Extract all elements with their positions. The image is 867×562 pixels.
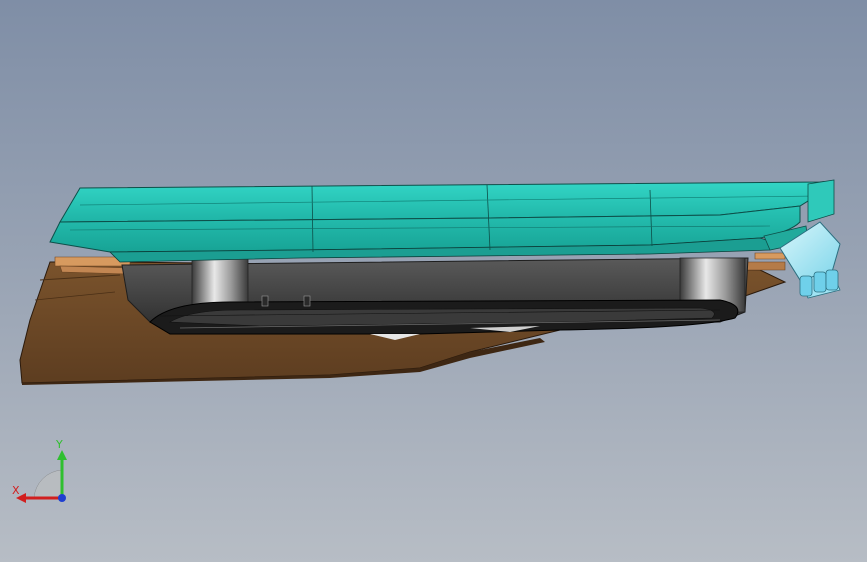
3d-model-view[interactable] — [0, 0, 867, 562]
triad-plane-icon — [33, 469, 63, 499]
orientation-triad: Y X — [12, 438, 67, 503]
x-axis-label: X — [12, 484, 20, 497]
y-axis-label: Y — [55, 438, 63, 451]
cad-viewport[interactable]: Y X — [0, 0, 867, 562]
housing[interactable] — [121, 257, 749, 340]
cover[interactable] — [49, 179, 835, 263]
z-axis-icon — [58, 494, 66, 502]
